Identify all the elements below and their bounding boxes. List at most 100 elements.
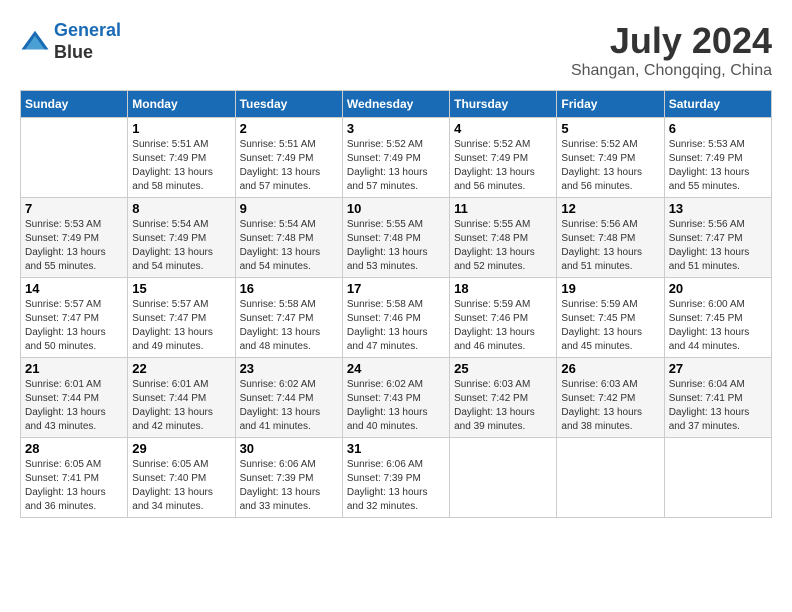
day-number: 14 xyxy=(25,281,123,296)
day-info: Sunrise: 5:52 AMSunset: 7:49 PMDaylight:… xyxy=(454,138,552,194)
calendar-day-cell: 1 Sunrise: 5:51 AMSunset: 7:49 PMDayligh… xyxy=(128,118,235,198)
day-number: 1 xyxy=(132,121,230,136)
day-number: 5 xyxy=(561,121,659,136)
calendar-day-cell: 2 Sunrise: 5:51 AMSunset: 7:49 PMDayligh… xyxy=(235,118,342,198)
day-number: 23 xyxy=(240,361,338,376)
calendar-week-row: 14 Sunrise: 5:57 AMSunset: 7:47 PMDaylig… xyxy=(21,278,772,358)
calendar-day-cell: 20 Sunrise: 6:00 AMSunset: 7:45 PMDaylig… xyxy=(664,278,771,358)
day-info: Sunrise: 6:02 AMSunset: 7:43 PMDaylight:… xyxy=(347,378,445,434)
day-info: Sunrise: 6:04 AMSunset: 7:41 PMDaylight:… xyxy=(669,378,767,434)
day-number: 31 xyxy=(347,441,445,456)
day-info: Sunrise: 5:51 AMSunset: 7:49 PMDaylight:… xyxy=(240,138,338,194)
day-number: 24 xyxy=(347,361,445,376)
calendar-day-cell: 12 Sunrise: 5:56 AMSunset: 7:48 PMDaylig… xyxy=(557,198,664,278)
day-info: Sunrise: 5:58 AMSunset: 7:46 PMDaylight:… xyxy=(347,298,445,354)
day-info: Sunrise: 5:58 AMSunset: 7:47 PMDaylight:… xyxy=(240,298,338,354)
day-number: 4 xyxy=(454,121,552,136)
day-number: 7 xyxy=(25,201,123,216)
calendar-day-cell xyxy=(450,438,557,518)
calendar-day-cell: 9 Sunrise: 5:54 AMSunset: 7:48 PMDayligh… xyxy=(235,198,342,278)
weekday-header-cell: Wednesday xyxy=(342,91,449,118)
calendar-day-cell: 16 Sunrise: 5:58 AMSunset: 7:47 PMDaylig… xyxy=(235,278,342,358)
location-title: Shangan, Chongqing, China xyxy=(571,62,772,80)
calendar-week-row: 1 Sunrise: 5:51 AMSunset: 7:49 PMDayligh… xyxy=(21,118,772,198)
calendar-day-cell: 8 Sunrise: 5:54 AMSunset: 7:49 PMDayligh… xyxy=(128,198,235,278)
calendar-table: SundayMondayTuesdayWednesdayThursdayFrid… xyxy=(20,90,772,518)
day-info: Sunrise: 6:01 AMSunset: 7:44 PMDaylight:… xyxy=(132,378,230,434)
weekday-header-cell: Thursday xyxy=(450,91,557,118)
day-number: 18 xyxy=(454,281,552,296)
title-block: July 2024 Shangan, Chongqing, China xyxy=(571,20,772,80)
day-number: 3 xyxy=(347,121,445,136)
page-header: General Blue July 2024 Shangan, Chongqin… xyxy=(20,20,772,80)
day-info: Sunrise: 6:01 AMSunset: 7:44 PMDaylight:… xyxy=(25,378,123,434)
calendar-day-cell: 13 Sunrise: 5:56 AMSunset: 7:47 PMDaylig… xyxy=(664,198,771,278)
calendar-day-cell: 10 Sunrise: 5:55 AMSunset: 7:48 PMDaylig… xyxy=(342,198,449,278)
day-number: 8 xyxy=(132,201,230,216)
calendar-day-cell: 5 Sunrise: 5:52 AMSunset: 7:49 PMDayligh… xyxy=(557,118,664,198)
calendar-day-cell: 24 Sunrise: 6:02 AMSunset: 7:43 PMDaylig… xyxy=(342,358,449,438)
calendar-day-cell: 6 Sunrise: 5:53 AMSunset: 7:49 PMDayligh… xyxy=(664,118,771,198)
day-info: Sunrise: 6:02 AMSunset: 7:44 PMDaylight:… xyxy=(240,378,338,434)
day-number: 29 xyxy=(132,441,230,456)
day-info: Sunrise: 5:52 AMSunset: 7:49 PMDaylight:… xyxy=(561,138,659,194)
day-info: Sunrise: 5:53 AMSunset: 7:49 PMDaylight:… xyxy=(25,218,123,274)
calendar-day-cell: 27 Sunrise: 6:04 AMSunset: 7:41 PMDaylig… xyxy=(664,358,771,438)
calendar-day-cell: 19 Sunrise: 5:59 AMSunset: 7:45 PMDaylig… xyxy=(557,278,664,358)
day-number: 26 xyxy=(561,361,659,376)
day-number: 27 xyxy=(669,361,767,376)
day-info: Sunrise: 5:59 AMSunset: 7:46 PMDaylight:… xyxy=(454,298,552,354)
day-number: 21 xyxy=(25,361,123,376)
day-info: Sunrise: 5:53 AMSunset: 7:49 PMDaylight:… xyxy=(669,138,767,194)
calendar-day-cell: 4 Sunrise: 5:52 AMSunset: 7:49 PMDayligh… xyxy=(450,118,557,198)
day-info: Sunrise: 5:54 AMSunset: 7:49 PMDaylight:… xyxy=(132,218,230,274)
day-number: 6 xyxy=(669,121,767,136)
weekday-header-cell: Sunday xyxy=(21,91,128,118)
day-info: Sunrise: 6:06 AMSunset: 7:39 PMDaylight:… xyxy=(240,458,338,514)
day-info: Sunrise: 5:56 AMSunset: 7:48 PMDaylight:… xyxy=(561,218,659,274)
calendar-day-cell: 25 Sunrise: 6:03 AMSunset: 7:42 PMDaylig… xyxy=(450,358,557,438)
calendar-day-cell xyxy=(21,118,128,198)
weekday-header-cell: Monday xyxy=(128,91,235,118)
day-info: Sunrise: 5:51 AMSunset: 7:49 PMDaylight:… xyxy=(132,138,230,194)
calendar-day-cell: 22 Sunrise: 6:01 AMSunset: 7:44 PMDaylig… xyxy=(128,358,235,438)
day-info: Sunrise: 5:54 AMSunset: 7:48 PMDaylight:… xyxy=(240,218,338,274)
day-number: 28 xyxy=(25,441,123,456)
calendar-day-cell: 21 Sunrise: 6:01 AMSunset: 7:44 PMDaylig… xyxy=(21,358,128,438)
calendar-day-cell: 30 Sunrise: 6:06 AMSunset: 7:39 PMDaylig… xyxy=(235,438,342,518)
day-number: 10 xyxy=(347,201,445,216)
calendar-week-row: 21 Sunrise: 6:01 AMSunset: 7:44 PMDaylig… xyxy=(21,358,772,438)
weekday-header-cell: Tuesday xyxy=(235,91,342,118)
day-info: Sunrise: 5:57 AMSunset: 7:47 PMDaylight:… xyxy=(25,298,123,354)
weekday-header-cell: Saturday xyxy=(664,91,771,118)
day-info: Sunrise: 5:55 AMSunset: 7:48 PMDaylight:… xyxy=(454,218,552,274)
day-number: 19 xyxy=(561,281,659,296)
day-number: 25 xyxy=(454,361,552,376)
calendar-day-cell: 29 Sunrise: 6:05 AMSunset: 7:40 PMDaylig… xyxy=(128,438,235,518)
day-info: Sunrise: 6:00 AMSunset: 7:45 PMDaylight:… xyxy=(669,298,767,354)
calendar-day-cell: 3 Sunrise: 5:52 AMSunset: 7:49 PMDayligh… xyxy=(342,118,449,198)
day-number: 12 xyxy=(561,201,659,216)
day-number: 11 xyxy=(454,201,552,216)
calendar-day-cell: 17 Sunrise: 5:58 AMSunset: 7:46 PMDaylig… xyxy=(342,278,449,358)
logo-line2: Blue xyxy=(54,42,121,64)
day-number: 17 xyxy=(347,281,445,296)
day-number: 30 xyxy=(240,441,338,456)
day-info: Sunrise: 5:55 AMSunset: 7:48 PMDaylight:… xyxy=(347,218,445,274)
weekday-header-cell: Friday xyxy=(557,91,664,118)
calendar-day-cell: 28 Sunrise: 6:05 AMSunset: 7:41 PMDaylig… xyxy=(21,438,128,518)
logo-line1: General xyxy=(54,20,121,40)
day-info: Sunrise: 6:06 AMSunset: 7:39 PMDaylight:… xyxy=(347,458,445,514)
calendar-day-cell: 7 Sunrise: 5:53 AMSunset: 7:49 PMDayligh… xyxy=(21,198,128,278)
day-info: Sunrise: 5:56 AMSunset: 7:47 PMDaylight:… xyxy=(669,218,767,274)
day-info: Sunrise: 6:03 AMSunset: 7:42 PMDaylight:… xyxy=(561,378,659,434)
day-info: Sunrise: 6:05 AMSunset: 7:40 PMDaylight:… xyxy=(132,458,230,514)
calendar-day-cell: 14 Sunrise: 5:57 AMSunset: 7:47 PMDaylig… xyxy=(21,278,128,358)
calendar-body: 1 Sunrise: 5:51 AMSunset: 7:49 PMDayligh… xyxy=(21,118,772,518)
calendar-day-cell: 23 Sunrise: 6:02 AMSunset: 7:44 PMDaylig… xyxy=(235,358,342,438)
day-info: Sunrise: 6:05 AMSunset: 7:41 PMDaylight:… xyxy=(25,458,123,514)
day-info: Sunrise: 5:59 AMSunset: 7:45 PMDaylight:… xyxy=(561,298,659,354)
logo-icon xyxy=(20,27,50,57)
calendar-day-cell: 18 Sunrise: 5:59 AMSunset: 7:46 PMDaylig… xyxy=(450,278,557,358)
day-number: 15 xyxy=(132,281,230,296)
